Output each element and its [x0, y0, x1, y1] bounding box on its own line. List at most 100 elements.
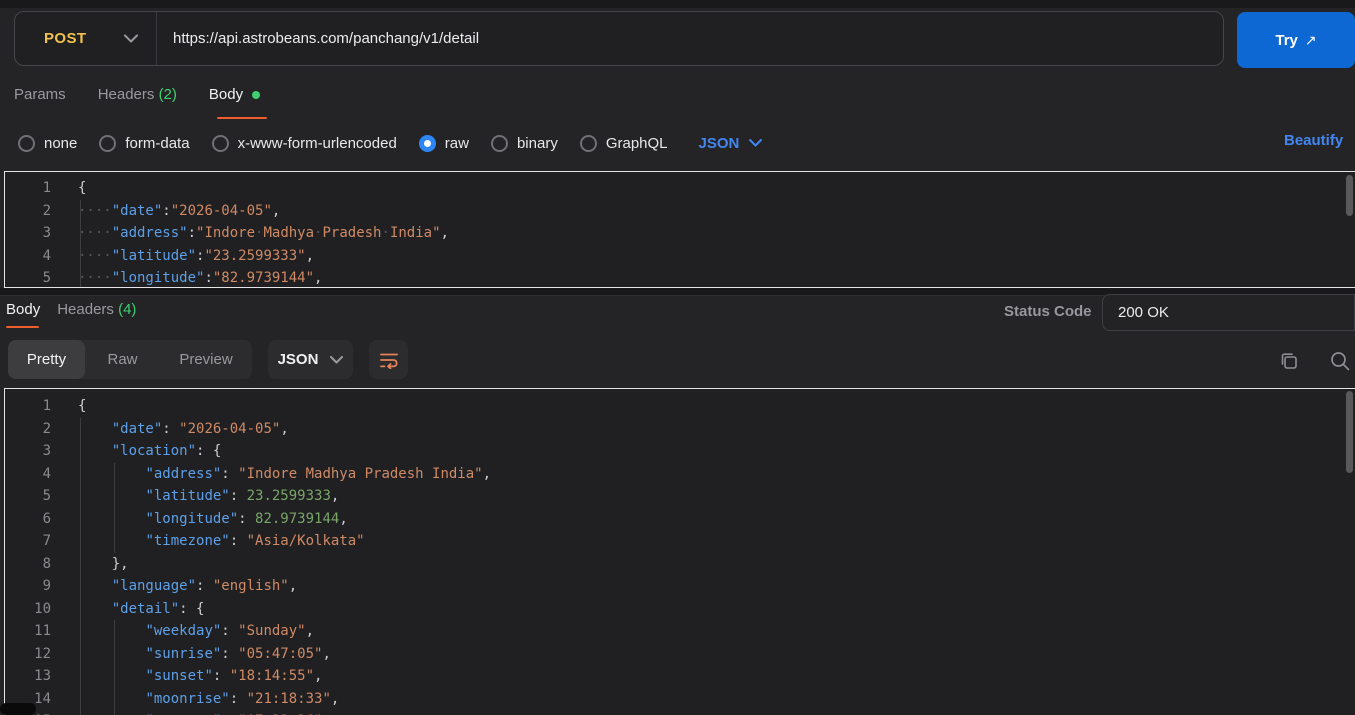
code-line: 5 "latitude": 23.2599333,	[5, 485, 1355, 508]
status-code-box: 200 OK	[1102, 294, 1355, 331]
code-text: ····"latitude":"23.2599333",	[78, 247, 315, 264]
body-type-x-www-form-urlencoded[interactable]: x-www-form-urlencoded	[211, 134, 397, 152]
radio-icon	[579, 134, 597, 152]
indent-guide	[114, 463, 115, 553]
try-button[interactable]: Try ↗	[1237, 12, 1355, 68]
method-selector[interactable]: POST	[15, 12, 156, 65]
indent-guide	[80, 200, 81, 287]
code-line: 9 "language": "english",	[5, 575, 1355, 598]
code-line: 2 ····"date":"2026-04-05",	[5, 200, 1355, 223]
line-number: 10	[34, 600, 51, 617]
code-line: 8 },	[5, 553, 1355, 576]
code-line: 2 "date": "2026-04-05",	[5, 418, 1355, 441]
tab-body[interactable]: Body	[208, 86, 261, 103]
code-line: 7 "timezone": "Asia/Kolkata"	[5, 530, 1355, 553]
code-line: 5 ····"longitude":"82.9739144",	[5, 267, 1355, 287]
code-line: 3 ····"address":"Indore·Madhya·Pradesh·In…	[5, 222, 1355, 245]
body-active-dot	[252, 90, 261, 99]
code-text: ····"longitude":"82.9739144",	[78, 270, 323, 286]
line-number: 6	[42, 510, 51, 527]
horizontal-scrollbar-thumb[interactable]	[0, 703, 36, 715]
response-tab-body[interactable]: Body	[6, 301, 40, 318]
line-number: 3	[42, 443, 51, 459]
search-response-button[interactable]	[1328, 349, 1352, 373]
indent-guide	[80, 418, 81, 715]
code-line: 13 "sunset": "18:14:55",	[5, 665, 1355, 688]
code-line: 10 "detail": {	[5, 598, 1355, 621]
request-body-editor[interactable]: 1{2 ····"date":"2026-04-05", 3 ····"address…	[4, 171, 1355, 288]
code-text: "location": {	[111, 443, 222, 459]
code-text: ····"date":"2026-04-05",	[78, 202, 281, 219]
radio-label: binary	[516, 134, 558, 152]
code-text: "date": "2026-04-05",	[111, 420, 289, 437]
top-strip	[0, 0, 1355, 8]
code-text: ····"address":"Indore·Madhya·Pradesh·Ind…	[78, 225, 449, 241]
body-type-graphql[interactable]: GraphQL	[579, 134, 668, 152]
code-text: {	[78, 180, 87, 196]
line-number: 5	[42, 270, 51, 286]
code-text: {	[78, 398, 87, 414]
radio-label: form-data	[125, 134, 190, 152]
line-number: 4	[42, 247, 51, 264]
response-tab-headers[interactable]: Headers (4)	[57, 301, 136, 318]
code-text: "moonset": "07:33:36",	[78, 710, 330, 715]
chevron-down-icon	[124, 34, 138, 43]
tab-headers[interactable]: Headers (2)	[98, 86, 177, 103]
beautify-button[interactable]: Beautify	[1284, 132, 1343, 149]
code-text: "longitude": 82.9739144,	[145, 510, 348, 527]
response-viewer-scrollbar[interactable]	[1346, 391, 1353, 473]
method-label: POST	[44, 30, 87, 47]
radio-selected-icon	[418, 134, 436, 152]
response-body-viewer: 1{2 "date": "2026-04-05", 3 "location": {…	[4, 388, 1355, 715]
tab-body-label: Body	[208, 86, 244, 103]
api-playground: POST https://api.astrobeans.com/panchang…	[0, 0, 1355, 715]
chevron-down-icon	[330, 355, 344, 363]
line-number: 7	[42, 533, 51, 549]
body-type-raw[interactable]: raw	[418, 134, 469, 152]
radio-icon	[211, 134, 229, 152]
word-wrap-button[interactable]	[369, 340, 408, 379]
code-line: 1{	[5, 177, 1355, 200]
request-editor-scrollbar[interactable]	[1346, 175, 1353, 216]
response-format-label: JSON	[277, 351, 319, 368]
code-line: 12 "sunrise": "05:47:05",	[5, 643, 1355, 666]
line-number: 13	[34, 668, 51, 684]
response-tab-headers-label: Headers	[57, 301, 114, 318]
code-line: 15 "moonset": "07:33:36",	[5, 710, 1355, 715]
code-line: 4 "address": "Indore Madhya Pradesh Indi…	[5, 463, 1355, 486]
radio-icon	[18, 134, 35, 152]
radio-label: none	[44, 134, 78, 152]
code-text: "latitude": 23.2599333,	[145, 488, 340, 504]
url-input[interactable]: https://api.astrobeans.com/panchang/v1/d…	[157, 30, 479, 47]
radio-label: GraphQL	[605, 134, 668, 152]
response-format-dropdown[interactable]: JSON	[268, 340, 353, 379]
radio-icon	[99, 134, 117, 152]
copy-response-button[interactable]	[1278, 350, 1300, 372]
active-tab-underline	[217, 117, 267, 119]
body-type-form-data[interactable]: form-data	[99, 134, 190, 152]
tab-headers-label: Headers	[97, 86, 155, 103]
radio-label: raw	[444, 134, 469, 152]
code-line: 1{	[5, 395, 1355, 418]
line-number: 12	[34, 645, 51, 662]
code-text: "moonrise": "21:18:33",	[145, 690, 340, 707]
code-text: "timezone": "Asia/Kolkata"	[145, 533, 365, 549]
body-type-none[interactable]: none	[18, 134, 78, 152]
view-tab-pretty[interactable]: Pretty	[8, 340, 85, 379]
raw-format-label: JSON	[698, 134, 740, 152]
raw-format-dropdown[interactable]: JSON	[699, 135, 763, 152]
request-url-bar: POST https://api.astrobeans.com/panchang…	[14, 11, 1224, 66]
tab-headers-count: (2)	[158, 86, 177, 103]
code-line: 3 "location": {	[5, 440, 1355, 463]
tab-params[interactable]: Params	[14, 86, 66, 103]
response-tabs: Body Headers (4)	[6, 301, 136, 318]
copy-icon	[1281, 353, 1297, 369]
line-number: 5	[42, 488, 51, 504]
code-line: 11 "weekday": "Sunday",	[5, 620, 1355, 643]
code-text: "language": "english",	[111, 578, 298, 594]
line-number: 3	[42, 225, 51, 241]
body-type-binary[interactable]: binary	[490, 134, 558, 152]
view-tab-raw[interactable]: Raw	[85, 340, 160, 379]
view-tab-preview[interactable]: Preview	[160, 340, 252, 379]
status-code-value: 200 OK	[1118, 304, 1169, 321]
